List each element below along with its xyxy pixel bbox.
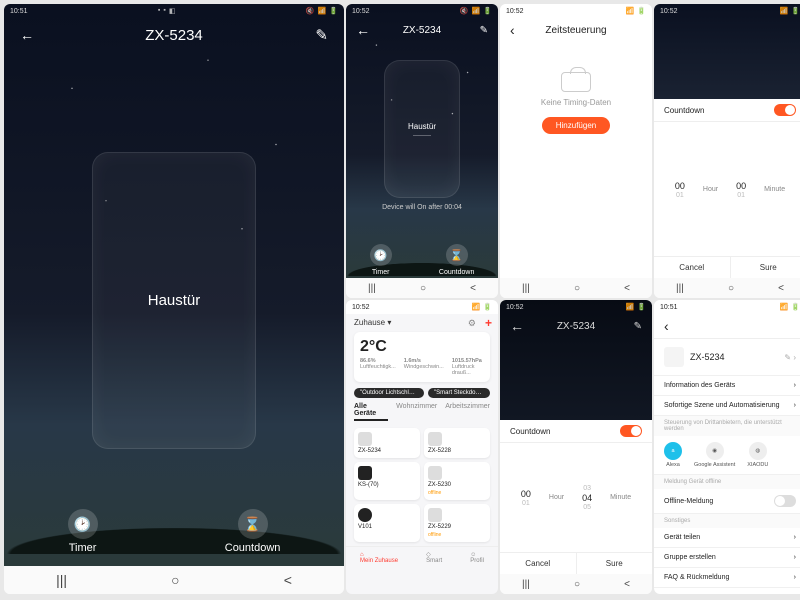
countdown-toggle[interactable] xyxy=(620,425,642,437)
time-picker[interactable]: 0001 Hour 0001 Minute xyxy=(654,122,800,256)
nav-home[interactable]: ○ xyxy=(171,572,179,588)
settings-icon[interactable]: ⚙ xyxy=(468,318,476,329)
row-scene[interactable]: Sofortige Szene und Automatisierung› xyxy=(654,396,800,416)
assistant-xiaodu[interactable]: ◍XIAODU xyxy=(747,442,768,468)
row-group[interactable]: Gruppe erstellen› xyxy=(654,548,800,568)
room-tabs: Alle Geräte Wohnzimmer Arbeitszimmer xyxy=(346,400,498,424)
device-screen-countdown-active: 10:52🔇📶🔋 ←ZX-5234✎ Haustür Device will O… xyxy=(346,4,498,298)
device-name: Haustür xyxy=(148,292,201,309)
assistant-alexa[interactable]: aAlexa xyxy=(664,442,682,468)
cancel-button[interactable]: Cancel xyxy=(500,553,576,574)
main-device-screen: 10:51 ▪▪◧ 🔇📶🔋 ← ZX-5234 ✎ Haustür 🕑 Time… xyxy=(4,4,344,594)
hourglass-icon: ⌛ xyxy=(238,509,268,539)
scene-chip[interactable]: "Smart Steckdose m... xyxy=(428,388,490,398)
back-icon[interactable]: ‹ xyxy=(664,318,669,334)
device-tile[interactable]: ZX-5228 xyxy=(424,428,490,458)
device-header: ZX-5234 ✎ › xyxy=(654,339,800,376)
tab-all[interactable]: Alle Geräte xyxy=(354,403,388,421)
row-homescreen[interactable]: Zum Startbildschirm hinzufügen› xyxy=(654,588,800,594)
device-card[interactable]: Haustür xyxy=(92,152,255,449)
nav-profile-tab[interactable]: ☺Profil xyxy=(470,552,484,564)
countdown-toggle[interactable] xyxy=(774,104,796,116)
countdown-picker-screen-a: 10:52📶🔋 Countdown 0001 Hour 0001 Minute … xyxy=(654,4,800,298)
device-tile[interactable]: V101 xyxy=(354,504,420,542)
android-nav: ||| ○ < xyxy=(4,566,344,594)
rename-icon[interactable]: ✎ › xyxy=(784,353,796,362)
app-bar: ← ZX-5234 ✎ xyxy=(4,18,344,52)
sure-button[interactable]: Sure xyxy=(730,257,800,278)
timer-button[interactable]: 🕑 Timer xyxy=(68,509,98,554)
device-tile[interactable]: ZX-5230offline xyxy=(424,462,490,500)
page-title: ZX-5234 xyxy=(4,27,344,44)
device-card[interactable]: Haustür xyxy=(384,60,460,198)
status-bar: 10:51 ▪▪◧ 🔇📶🔋 xyxy=(4,4,344,18)
clock-icon: 🕑 xyxy=(68,509,98,539)
bottom-nav: ⌂Mein Zuhause ◇Smart ☺Profil xyxy=(346,546,498,568)
cancel-button[interactable]: Cancel xyxy=(654,257,730,278)
home-dashboard-screen: 10:52📶🔋 Zuhause ▾ ⚙ + 2°C 86.6%Luftfeuch… xyxy=(346,300,498,594)
countdown-status: Device will On after 00:04 xyxy=(346,204,498,211)
row-offline-toggle: Offline-Meldung xyxy=(654,489,800,514)
device-settings-screen: 10:51📶🔋 ‹ ZX-5234 ✎ › Information des Ge… xyxy=(654,300,800,594)
weather-card[interactable]: 2°C 86.6%Luftfeuchtigk... 1.6m/sWindgesc… xyxy=(354,332,490,382)
device-thumb xyxy=(664,347,684,367)
tab-room[interactable]: Wohnzimmer xyxy=(396,403,437,421)
countdown-button[interactable]: ⌛Countdown xyxy=(439,244,474,276)
time-picker[interactable]: 0001 Hour 030405 Minute xyxy=(500,443,652,552)
temperature: 2°C xyxy=(360,338,484,356)
sure-button[interactable]: Sure xyxy=(576,553,653,574)
device-tile[interactable]: ZX-5229offline xyxy=(424,504,490,542)
nav-home-tab[interactable]: ⌂Mein Zuhause xyxy=(360,552,398,564)
row-share[interactable]: Gerät teilen› xyxy=(654,528,800,548)
add-device-icon[interactable]: + xyxy=(485,316,492,330)
empty-illustration xyxy=(561,72,591,92)
scene-chip[interactable]: "Outdoor Lichtschlauch" Brightn... xyxy=(354,388,424,398)
row-device-info[interactable]: Information des Geräts› xyxy=(654,376,800,396)
tab-room[interactable]: Arbeitszimmer xyxy=(445,403,490,421)
timer-button[interactable]: 🕑Timer xyxy=(370,244,392,276)
countdown-button[interactable]: ⌛ Countdown xyxy=(225,509,281,554)
add-schedule-button[interactable]: Hinzufügen xyxy=(542,117,610,134)
assistant-google[interactable]: ◉Google Assistent xyxy=(694,442,735,468)
nav-recents[interactable]: ||| xyxy=(56,572,67,588)
row-faq[interactable]: FAQ & Rückmeldung› xyxy=(654,568,800,588)
nav-back[interactable]: < xyxy=(284,572,292,588)
offline-toggle[interactable] xyxy=(774,495,796,507)
countdown-toggle-row: Countdown xyxy=(654,99,800,122)
home-dropdown[interactable]: Zuhause ▾ xyxy=(354,318,391,327)
nav-smart-tab[interactable]: ◇Smart xyxy=(426,551,442,564)
timer-schedule-screen: 10:52📶🔋 ‹Zeitsteuerung Keine Timing-Date… xyxy=(500,4,652,298)
empty-text: Keine Timing-Daten xyxy=(500,98,652,107)
assistant-row: aAlexa ◉Google Assistent ◍XIAODU xyxy=(654,436,800,475)
device-tile[interactable]: KS-(70) xyxy=(354,462,420,500)
countdown-picker-screen-b: 10:52📶🔋 ←ZX-5234✎ Countdown 0001 Hour 03… xyxy=(500,300,652,594)
device-tile[interactable]: ZX-5234 xyxy=(354,428,420,458)
clock: 10:51 xyxy=(10,8,28,15)
